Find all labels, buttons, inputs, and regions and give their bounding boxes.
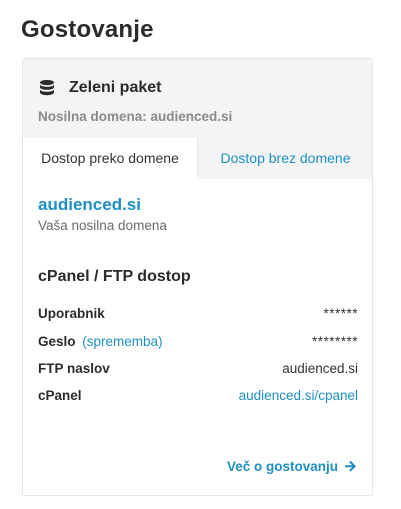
domain-subtitle: Vaša nosilna domena — [38, 218, 167, 233]
username-row: Uporabnik ****** — [38, 304, 358, 322]
password-label: Geslo — [38, 333, 76, 349]
hosting-card: Zeleni paket Nosilna domena: audienced.s… — [22, 58, 373, 496]
cpanel-label: cPanel — [38, 387, 82, 403]
ftp-address-row: FTP naslov audienced.si — [38, 359, 358, 377]
tab-domain-access[interactable]: Dostop preko domene — [23, 138, 198, 179]
more-hosting-label: Več o gostovanju — [226, 459, 338, 474]
more-hosting-link[interactable]: Več o gostovanju — [227, 459, 357, 474]
username-value: ****** — [323, 305, 358, 321]
ftp-address-value: audienced.si — [282, 360, 358, 376]
tab-no-domain-access[interactable]: Dostop brez domene — [198, 138, 373, 179]
cpanel-row: cPanel audienced.si/cpanel — [38, 386, 358, 404]
access-section-title: cPanel / FTP dostop — [38, 268, 191, 285]
package-row: Zeleni paket — [38, 79, 161, 97]
domain-link[interactable]: audienced.si — [38, 195, 141, 215]
package-name: Zeleni paket — [69, 79, 162, 96]
username-label: Uporabnik — [38, 305, 105, 321]
primary-domain-label: Nosilna domena: audienced.si — [38, 109, 233, 124]
access-tabs: Dostop preko domene Dostop brez domene — [23, 138, 372, 179]
card-header: Zeleni paket Nosilna domena: audienced.s… — [23, 59, 372, 179]
cpanel-link[interactable]: audienced.si/cpanel — [239, 388, 358, 403]
change-password-link[interactable]: (sprememba) — [82, 334, 162, 349]
password-row: Geslo (sprememba) ******** — [38, 332, 358, 350]
arrow-right-icon — [344, 460, 357, 473]
ftp-address-label: FTP naslov — [38, 360, 110, 376]
database-icon — [38, 79, 56, 97]
password-value: ******** — [311, 333, 358, 349]
page-title: Gostovanje — [21, 16, 154, 43]
